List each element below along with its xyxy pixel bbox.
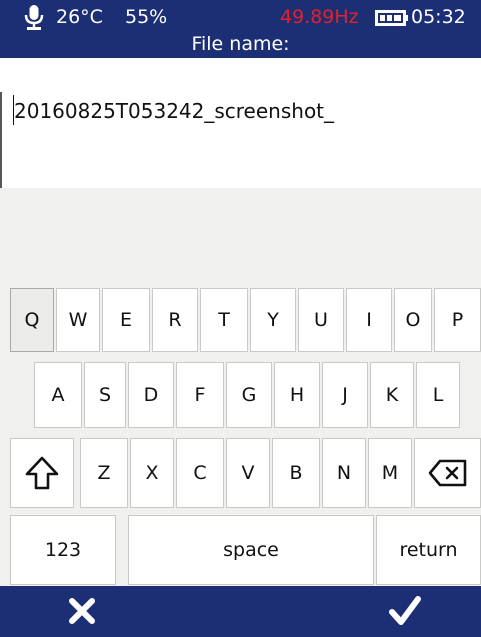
- clock: 05:32: [411, 6, 466, 28]
- shift-key[interactable]: [10, 438, 74, 508]
- key-f[interactable]: F: [176, 362, 224, 428]
- status-bar: 26°C 55% 49.89Hz 05:32 File name:: [0, 0, 481, 58]
- return-key[interactable]: return: [376, 515, 481, 585]
- key-j[interactable]: J: [322, 362, 368, 428]
- key-m[interactable]: M: [368, 438, 412, 508]
- key-i[interactable]: I: [346, 288, 392, 352]
- key-d[interactable]: D: [128, 362, 174, 428]
- frequency-reading: 49.89Hz: [280, 6, 359, 28]
- backspace-key[interactable]: [414, 438, 481, 508]
- action-bar: [0, 586, 481, 637]
- key-n[interactable]: N: [322, 438, 366, 508]
- shift-arrow-icon: [25, 456, 59, 490]
- key-e[interactable]: E: [102, 288, 150, 352]
- key-z[interactable]: Z: [80, 438, 128, 508]
- key-q[interactable]: Q: [10, 288, 54, 352]
- page-title: File name:: [191, 33, 290, 55]
- key-k[interactable]: K: [370, 362, 414, 428]
- battery-icon: [375, 10, 408, 26]
- checkmark-icon[interactable]: [388, 595, 422, 627]
- key-t[interactable]: T: [200, 288, 248, 352]
- key-l[interactable]: L: [416, 362, 460, 428]
- filename-value: 20160825T053242_screenshot_: [14, 99, 335, 123]
- key-y[interactable]: Y: [250, 288, 296, 352]
- key-b[interactable]: B: [272, 438, 320, 508]
- on-screen-keyboard: Q W E R T Y U I O P A S D F G H J K L Z …: [0, 188, 481, 586]
- filename-input[interactable]: 20160825T053242_screenshot_: [0, 92, 481, 188]
- temperature-reading: 26°C: [56, 6, 103, 28]
- key-x[interactable]: X: [130, 438, 174, 508]
- backspace-icon: [428, 459, 466, 487]
- key-w[interactable]: W: [56, 288, 100, 352]
- key-g[interactable]: G: [226, 362, 272, 428]
- key-s[interactable]: S: [84, 362, 126, 428]
- microphone-icon: [24, 5, 44, 30]
- key-p[interactable]: P: [434, 288, 481, 352]
- space-key[interactable]: space: [128, 515, 374, 585]
- key-h[interactable]: H: [274, 362, 320, 428]
- close-icon[interactable]: [68, 597, 96, 625]
- status-row: 26°C 55% 49.89Hz 05:32: [0, 0, 481, 32]
- humidity-reading: 55%: [125, 6, 168, 28]
- numbers-key[interactable]: 123: [10, 515, 116, 585]
- key-v[interactable]: V: [226, 438, 270, 508]
- key-o[interactable]: O: [394, 288, 432, 352]
- key-a[interactable]: A: [34, 362, 82, 428]
- key-u[interactable]: U: [298, 288, 344, 352]
- key-r[interactable]: R: [152, 288, 198, 352]
- key-c[interactable]: C: [176, 438, 224, 508]
